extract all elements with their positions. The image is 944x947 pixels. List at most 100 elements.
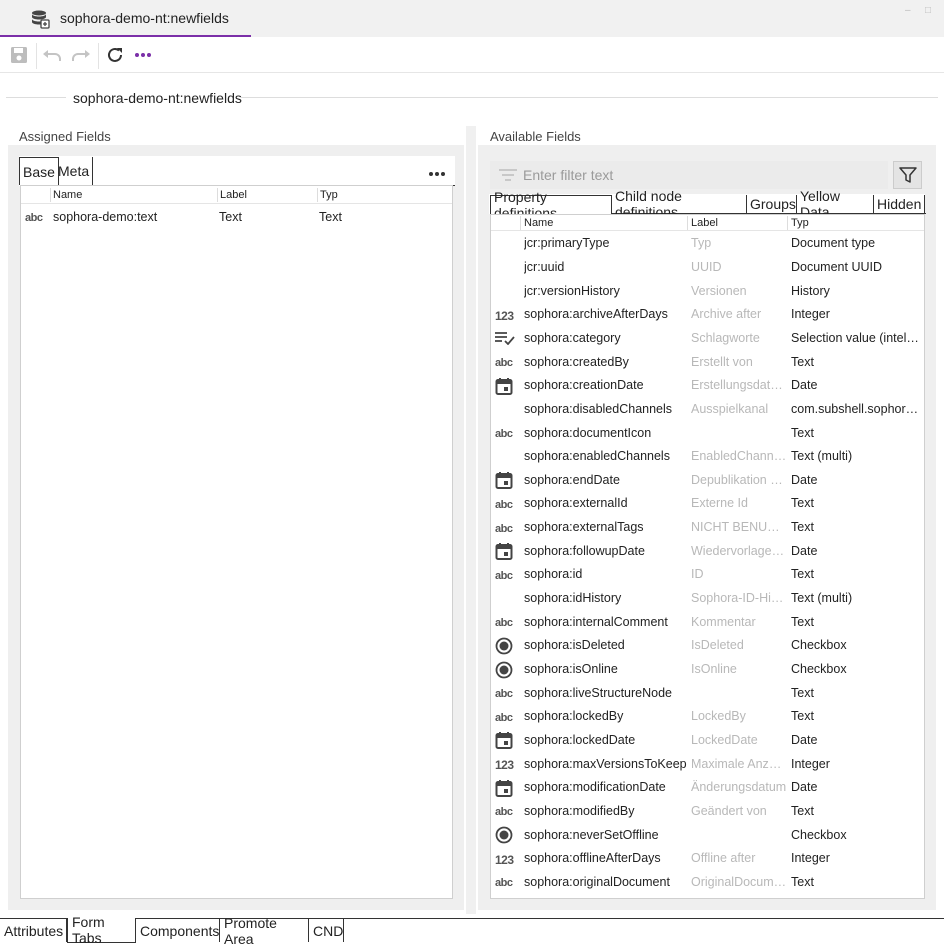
table-row[interactable]: sophora:isDeleted IsDeleted Checkbox [491, 634, 924, 658]
table-row[interactable]: sophora:neverSetOffline Checkbox [491, 823, 924, 847]
tab-meta-label: Meta [58, 163, 90, 179]
column-separator [520, 216, 521, 230]
cell-type: com.subshell.sophor… [791, 401, 919, 416]
cell-type: Text [791, 425, 814, 440]
more-horizontal-icon [429, 172, 445, 176]
cell-label: Wiedervorlage am [691, 543, 787, 558]
table-row[interactable]: abc sophora:internalComment Kommentar Text [491, 610, 924, 634]
minimize-button[interactable]: – [905, 6, 915, 16]
table-row[interactable]: sophora:enabledChannels EnabledChannels Te… [491, 445, 924, 469]
tab-child-node-definitions[interactable]: Child node definitions [612, 188, 747, 220]
cell-label: NICHT BENUTZ… [691, 520, 787, 535]
table-row[interactable]: abc sophora:liveStructureNode Text [491, 681, 924, 705]
bottom-tab-attributes[interactable]: Attributes [0, 919, 67, 942]
cell-type: History [791, 283, 830, 298]
tab-hidden[interactable]: Hidden [874, 195, 925, 214]
bottom-tab-promote-area[interactable]: Promote Area [220, 915, 309, 947]
cell-type: Document type [791, 236, 876, 251]
tab-meta[interactable]: Meta [55, 157, 94, 185]
table-row[interactable]: abc sophora:documentIcon Text [491, 421, 924, 445]
table-row[interactable]: sophora:endDate Depublikation am Date [491, 469, 924, 493]
panel-splitter[interactable] [466, 126, 476, 914]
column-header-typ[interactable]: Typ [320, 189, 338, 201]
table-row[interactable]: sophora:modificationDate Änderungsdatum Da… [491, 776, 924, 800]
cell-name: sophora:category [524, 330, 621, 345]
bottom-tab-cnd[interactable]: CND [309, 919, 344, 942]
cell-label: LockedBy [691, 709, 746, 724]
table-row[interactable]: sophora:isOnline IsOnline Checkbox [491, 658, 924, 682]
filter-button[interactable] [893, 161, 922, 189]
cell-name: sophora:followupDate [524, 543, 645, 558]
bottom-tab-components[interactable]: Components [136, 919, 220, 942]
bottom-tab-form-tabs[interactable]: Form Tabs [67, 914, 136, 946]
bottom-tab-label: CND [313, 922, 344, 939]
table-row[interactable]: jcr:primaryType Typ Document type [491, 232, 924, 256]
calendar-icon [495, 542, 517, 561]
column-header-label[interactable]: Label [691, 217, 718, 229]
cell-label: Archive after [691, 307, 762, 322]
cell-name: sophora-demo:text [53, 209, 158, 224]
table-row[interactable]: abc sophora:originalDocument OriginalDocum… [491, 871, 924, 895]
table-row[interactable]: sophora:category Schlagworte Selection val… [491, 327, 924, 351]
cell-type: Integer [791, 851, 830, 866]
cell-label: LockedDate [691, 732, 758, 747]
table-row[interactable]: 123 sophora:maxVersionsToKeep Maximale Anz… [491, 752, 924, 776]
column-header-typ[interactable]: Typ [791, 217, 809, 229]
number-type-icon: 123 [495, 850, 517, 868]
cell-type: Date [791, 378, 818, 393]
assigned-more-button[interactable] [428, 164, 446, 182]
text-type-icon: abc [495, 613, 517, 631]
reload-button[interactable] [104, 44, 126, 66]
table-row[interactable]: abc sophora:externalId Externe Id Text [491, 492, 924, 516]
column-header-label[interactable]: Label [220, 189, 247, 201]
cell-name: sophora:disabledChannels [524, 401, 673, 416]
cell-label: EnabledChannels [691, 449, 787, 464]
table-row[interactable]: abc sophora:modifiedBy Geändert von Text [491, 800, 924, 824]
cell-label: Depublikation am [691, 472, 787, 487]
cell-label: Erstellt von [691, 354, 753, 369]
text-type-icon: abc [25, 208, 47, 226]
cell-label: Erstellungsdatum [691, 378, 787, 393]
tab-groups[interactable]: Groups [747, 195, 797, 214]
cell-name: sophora:externalId [524, 496, 628, 511]
table-row[interactable]: abc sophora:externalTags NICHT BENUTZ… Text [491, 516, 924, 540]
table-row[interactable]: sophora:followupDate Wiedervorlage am Date [491, 539, 924, 563]
filter-list-icon [499, 169, 517, 181]
window-title: sophora-demo-nt:newfields [60, 10, 229, 26]
table-row[interactable]: sophora:disabledChannels Ausspielkanal com… [491, 398, 924, 422]
table-row[interactable]: abc sophora-demo:text Text Text [21, 206, 452, 228]
save-button[interactable] [8, 44, 30, 66]
table-row[interactable]: 123 sophora:offlineAfterDays Offline after… [491, 847, 924, 871]
svg-text:abc: abc [495, 688, 513, 698]
redo-button[interactable] [70, 44, 92, 66]
table-row[interactable]: sophora:creationDate Erstellungsdatum Date [491, 374, 924, 398]
undo-button[interactable] [41, 44, 63, 66]
calendar-icon [495, 731, 517, 750]
table-row[interactable]: abc sophora:id ID Text [491, 563, 924, 587]
cell-name: sophora:isDeleted [524, 638, 625, 653]
cell-type: Date [791, 780, 818, 795]
table-row[interactable]: sophora:lockedDate LockedDate Date [491, 729, 924, 753]
table-row[interactable]: sophora:idHistory Sophora-ID-Hist… Text (m… [491, 587, 924, 611]
tab-property-definitions[interactable]: Property definitions [490, 189, 612, 221]
calendar-icon [495, 377, 517, 395]
more-actions-button[interactable] [132, 44, 154, 66]
svg-text:abc: abc [25, 212, 43, 222]
table-row[interactable]: abc sophora:lockedBy LockedBy Text [491, 705, 924, 729]
filter-input[interactable]: Enter filter text [490, 161, 888, 189]
cell-type: Text [791, 567, 814, 582]
cell-type: Date [791, 543, 818, 558]
bottom-tab-label: Form Tabs [72, 914, 105, 946]
maximize-button[interactable]: □ [925, 6, 935, 16]
table-row[interactable]: abc sophora:createdBy Erstellt von Text [491, 350, 924, 374]
tab-base[interactable]: Base [19, 157, 59, 185]
table-row[interactable]: jcr:versionHistory Versionen History [491, 279, 924, 303]
tab-yellow-data[interactable]: Yellow Data [797, 188, 874, 220]
column-header-name[interactable]: Name [524, 217, 553, 229]
table-row[interactable]: 123 sophora:archiveAfterDays Archive after… [491, 303, 924, 327]
table-row[interactable]: jcr:uuid UUID Document UUID [491, 256, 924, 280]
cell-name: sophora:internalComment [524, 614, 668, 629]
cell-label: Geändert von [691, 803, 767, 818]
column-header-name[interactable]: Name [53, 189, 82, 201]
cell-name: sophora:neverSetOffline [524, 827, 659, 842]
